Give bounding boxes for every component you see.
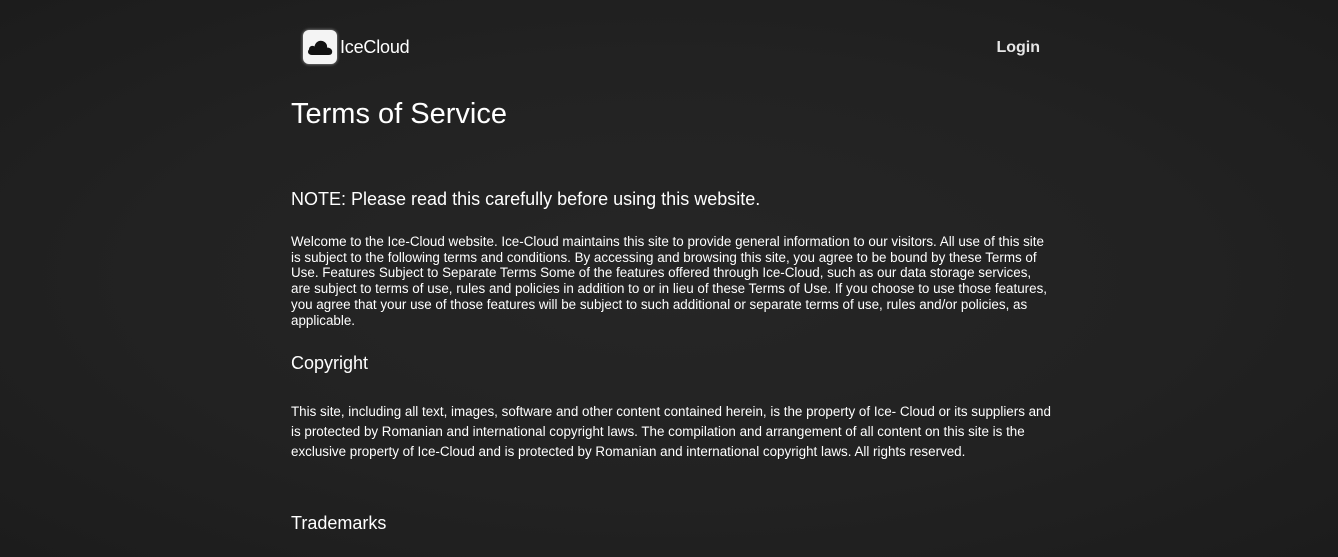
brand-name: IceCloud: [340, 36, 410, 57]
page-title: Terms of Service: [291, 98, 507, 130]
note-text: NOTE: Please read this carefully before …: [291, 189, 761, 209]
copyright-paragraph: This site, including all text, images, s…: [291, 404, 1051, 459]
page: IceCloud Login Terms of Service NOTE: Pl…: [0, 0, 1338, 557]
main-content: Terms of Service NOTE: Please read this …: [291, 96, 1053, 533]
brand-home-link[interactable]: IceCloud: [303, 30, 410, 64]
cloud-icon: [303, 30, 337, 64]
login-link[interactable]: Login: [996, 39, 1040, 57]
trademarks-heading: Trademarks: [291, 513, 387, 533]
copyright-heading: Copyright: [291, 353, 369, 373]
site-header: IceCloud Login: [303, 30, 1043, 66]
intro-paragraph: Welcome to the Ice-Cloud website. Ice-Cl…: [291, 234, 1047, 328]
